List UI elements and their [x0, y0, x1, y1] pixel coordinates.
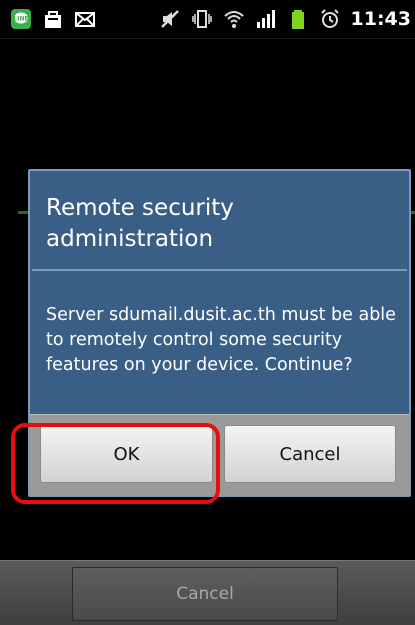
alarm-icon	[319, 8, 341, 30]
vibrate-icon	[191, 8, 213, 30]
dialog-message: Server sdumail.dusit.ac.th must be able …	[46, 305, 396, 375]
svg-text:LINE: LINE	[13, 16, 28, 23]
wifi-icon	[223, 8, 245, 30]
status-time: 11:43	[350, 8, 411, 30]
dialog-button-bar: OK Cancel	[30, 414, 409, 495]
battery-icon	[287, 8, 309, 30]
shopping-bag-icon	[42, 8, 64, 30]
ok-button[interactable]: OK	[40, 425, 213, 483]
status-bar: LINE 11:43	[0, 0, 415, 39]
bottom-cancel-button[interactable]: Cancel	[72, 567, 338, 621]
mute-icon	[159, 8, 181, 30]
bottom-action-bar: Cancel	[0, 560, 415, 625]
line-app-icon: LINE	[10, 8, 32, 30]
security-admin-dialog: Remote security administration Server sd…	[28, 169, 411, 497]
signal-icon	[255, 8, 277, 30]
mail-icon	[74, 8, 96, 30]
dialog-divider	[32, 269, 407, 271]
cancel-button[interactable]: Cancel	[224, 425, 396, 483]
status-bar-notifications: LINE	[10, 8, 96, 30]
status-bar-system: 11:43	[159, 8, 411, 30]
dialog-title: Remote security administration	[46, 195, 234, 252]
